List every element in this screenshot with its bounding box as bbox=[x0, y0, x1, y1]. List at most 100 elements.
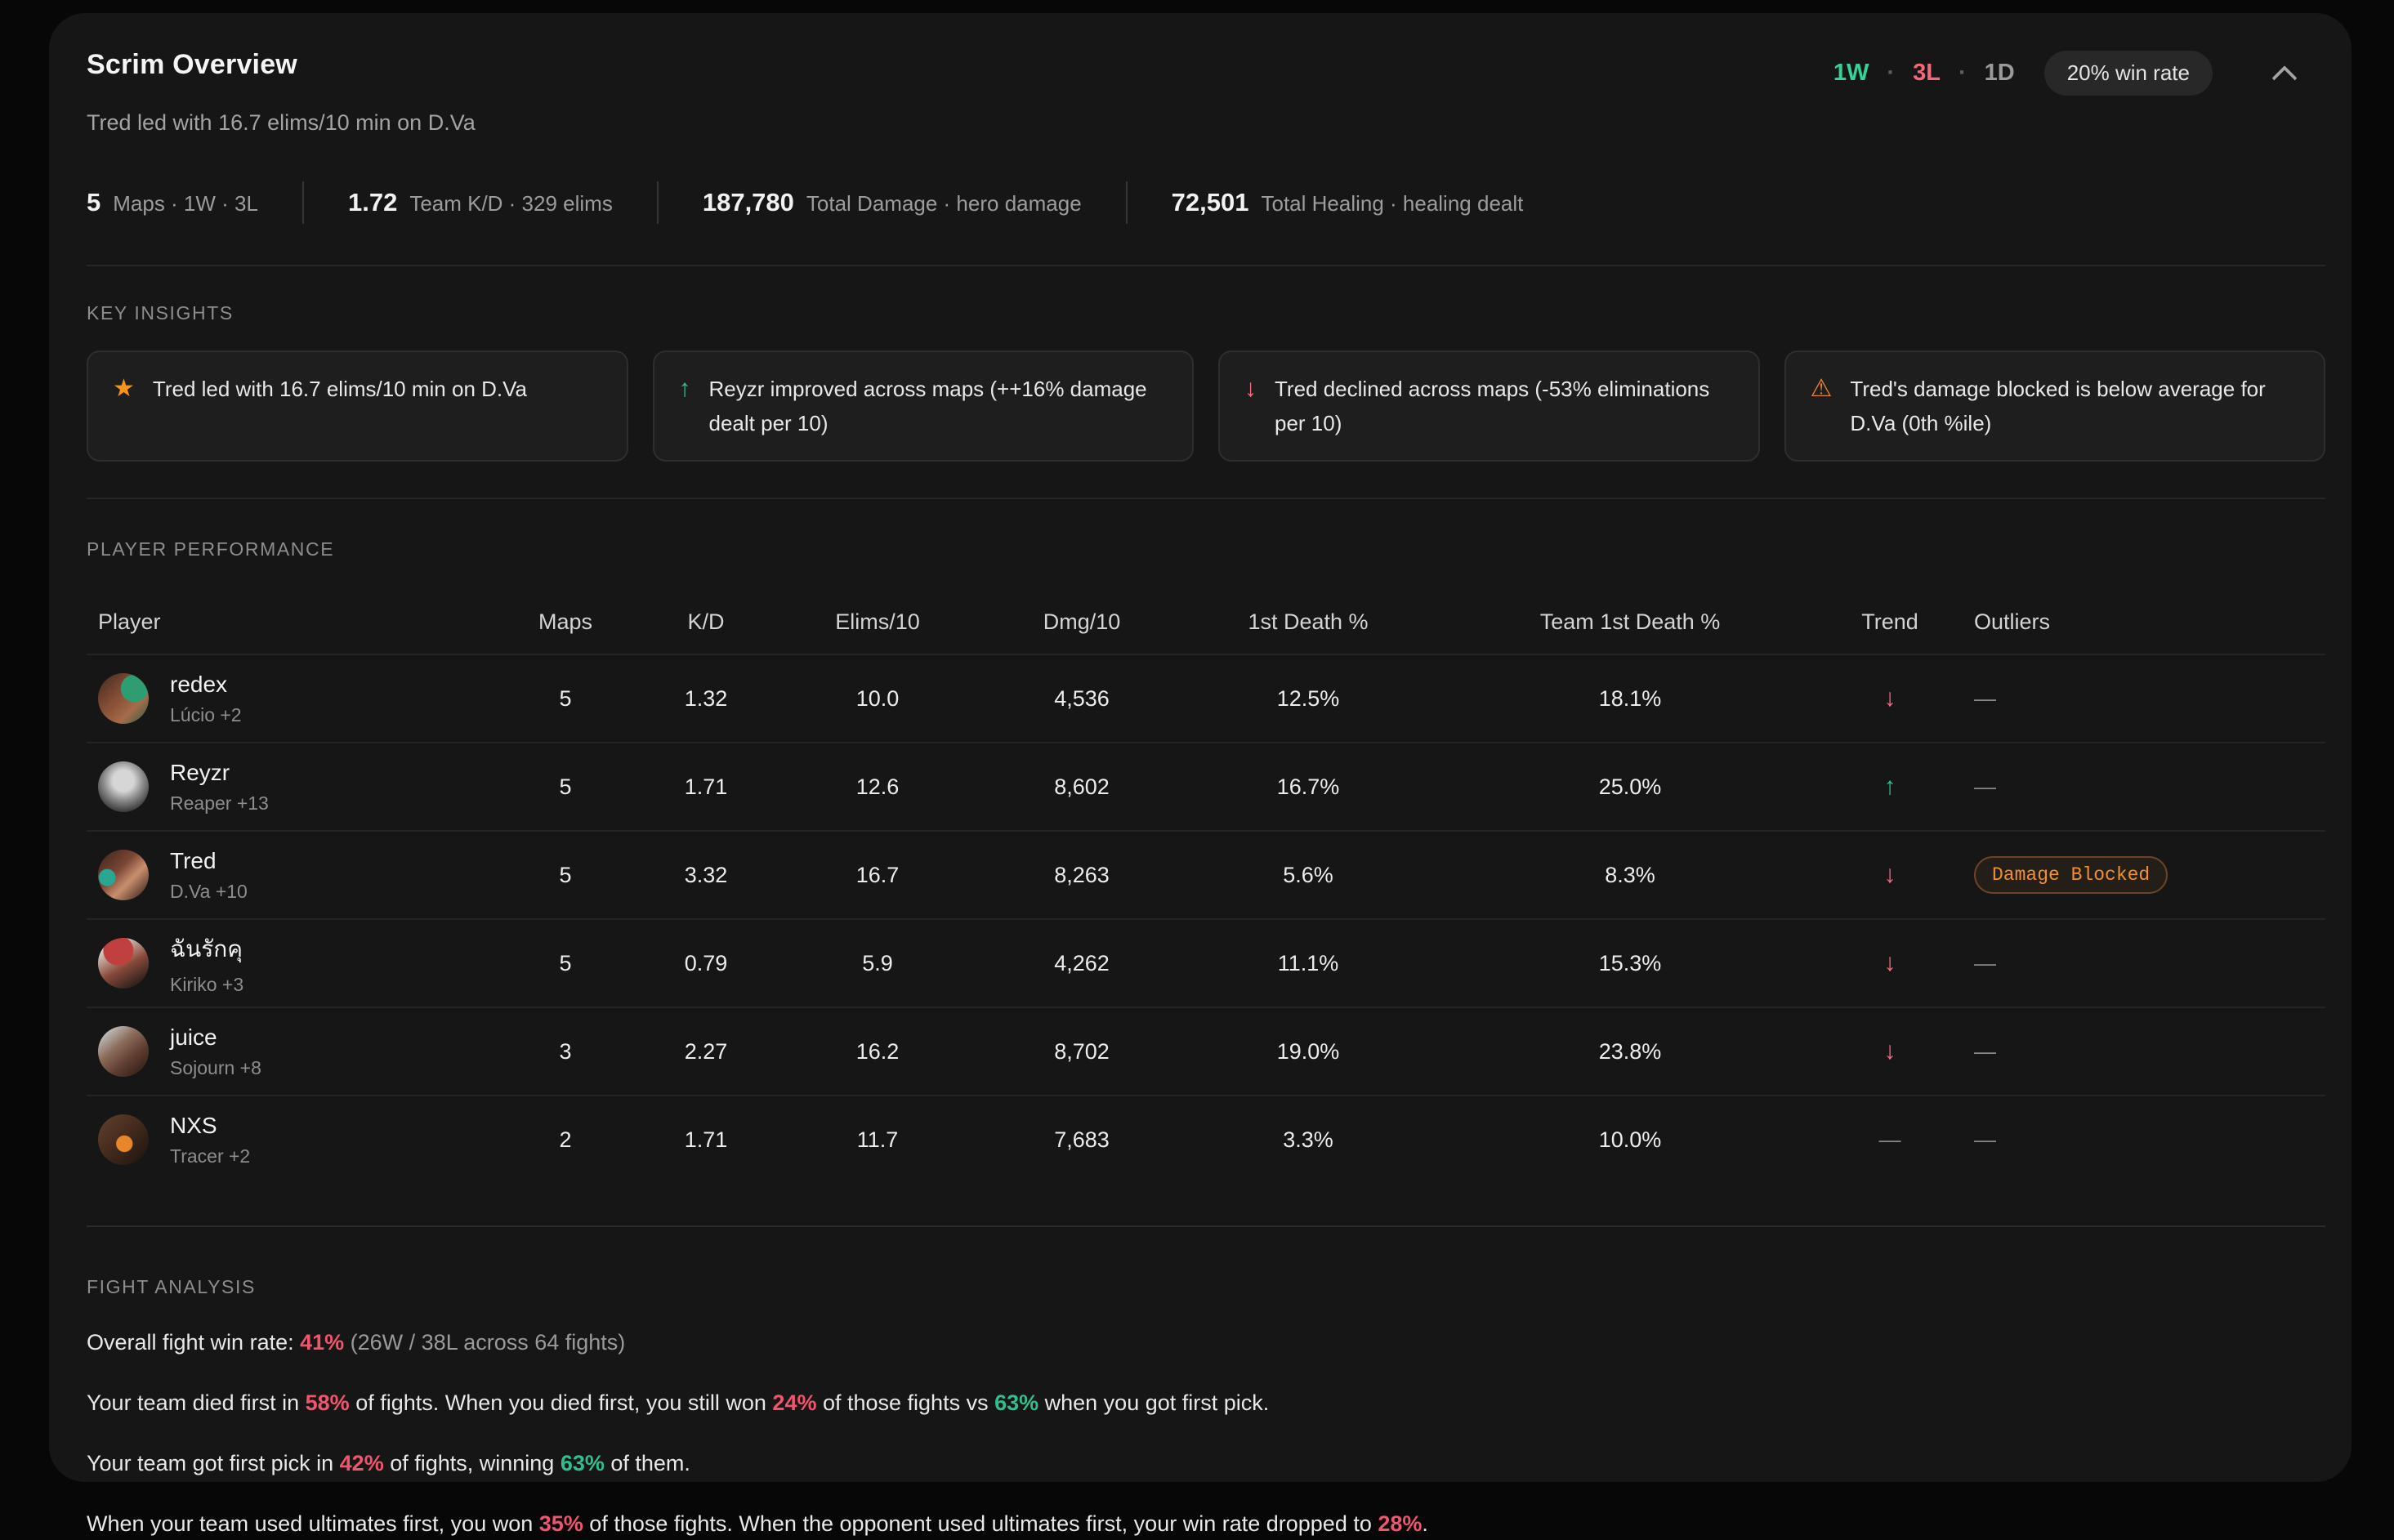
insight-card: ★ Tred led with 16.7 elims/10 min on D.V… bbox=[87, 350, 628, 462]
header-left: Scrim Overview bbox=[87, 49, 297, 81]
insight-text: Reyzr improved across maps (++16% damage… bbox=[709, 372, 1168, 440]
collapse-button[interactable] bbox=[2267, 56, 2302, 92]
text-segment: of fights. When you died first, you stil… bbox=[350, 1390, 773, 1415]
text-segment: . bbox=[1422, 1511, 1428, 1536]
player-identity: redex Lúcio +2 bbox=[170, 672, 242, 726]
player-name: Tred bbox=[170, 848, 248, 874]
outliers-cell: — bbox=[1963, 1039, 2325, 1065]
player-performance-label: PLAYER PERFORMANCE bbox=[87, 538, 2325, 560]
avatar bbox=[98, 850, 149, 900]
stat-highlight: 63% bbox=[561, 1451, 605, 1475]
kd-cell: 1.71 bbox=[647, 1127, 765, 1153]
kd-cell: 1.71 bbox=[647, 774, 765, 800]
stat-highlight: 42% bbox=[340, 1451, 384, 1475]
record-losses: 3L bbox=[1913, 60, 1941, 87]
stat-value: 1.72 bbox=[348, 188, 397, 217]
stat-highlight: 41% bbox=[300, 1330, 344, 1355]
text-segment: Overall fight win rate: bbox=[87, 1330, 300, 1355]
player-identity: NXS Tracer +2 bbox=[170, 1113, 250, 1167]
column-header-dmg10: Dmg/10 bbox=[990, 609, 1173, 635]
insight-card: ↓ Tred declined across maps (-53% elimin… bbox=[1218, 350, 1760, 462]
avatar bbox=[98, 1114, 149, 1165]
elims10-cell: 5.9 bbox=[765, 951, 990, 976]
stat-total-healing: 72,501 Total Healing · healing dealt bbox=[1172, 188, 1524, 217]
stat-highlight: 63% bbox=[994, 1390, 1038, 1415]
kd-cell: 2.27 bbox=[647, 1039, 765, 1065]
first-death-cell: 19.0% bbox=[1173, 1039, 1443, 1065]
kd-cell: 1.32 bbox=[647, 686, 765, 712]
trend-down-icon: ↓ bbox=[1817, 685, 1963, 712]
fight-analysis-label: FIGHT ANALYSIS bbox=[87, 1276, 2325, 1298]
outliers-cell: — bbox=[1963, 1127, 2325, 1153]
stat-label: Team K/D · 329 elims bbox=[409, 191, 613, 216]
table-row[interactable]: Tred D.Va +10 5 3.32 16.7 8,263 5.6% 8.3… bbox=[87, 830, 2325, 918]
maps-cell: 5 bbox=[484, 951, 647, 976]
text-segment: of fights, winning bbox=[384, 1451, 561, 1475]
team-first-death-cell: 25.0% bbox=[1443, 774, 1817, 800]
stat-value: 5 bbox=[87, 188, 100, 217]
outliers-cell: — bbox=[1963, 686, 2325, 712]
section-divider bbox=[87, 498, 2325, 499]
column-header-team-first-death: Team 1st Death % bbox=[1443, 609, 1817, 635]
dmg10-cell: 8,602 bbox=[990, 774, 1173, 800]
player-identity: juice Sojourn +8 bbox=[170, 1024, 261, 1079]
text-segment: (26W / 38L across 64 fights) bbox=[344, 1330, 625, 1355]
dmg10-cell: 4,262 bbox=[990, 951, 1173, 976]
stat-label: Total Healing · healing dealt bbox=[1261, 191, 1523, 216]
table-row[interactable]: NXS Tracer +2 2 1.71 11.7 7,683 3.3% 10.… bbox=[87, 1095, 2325, 1183]
table-row[interactable]: redex Lúcio +2 5 1.32 10.0 4,536 12.5% 1… bbox=[87, 654, 2325, 742]
first-death-cell: 16.7% bbox=[1173, 774, 1443, 800]
text-segment: of those fights vs bbox=[816, 1390, 994, 1415]
stat-total-damage: 187,780 Total Damage · hero damage bbox=[703, 188, 1082, 217]
avatar bbox=[98, 673, 149, 724]
insight-card: ⚠ Tred's damage blocked is below average… bbox=[1784, 350, 2326, 462]
stat-highlight: 58% bbox=[306, 1390, 350, 1415]
trend-down-icon: ↓ bbox=[1244, 372, 1257, 406]
insight-text: Tred declined across maps (-53% eliminat… bbox=[1275, 372, 1734, 440]
column-header-trend: Trend bbox=[1817, 609, 1963, 635]
scrim-overview-card: Scrim Overview 1W · 3L · 1D 20% win rate… bbox=[49, 13, 2352, 1482]
table-row[interactable]: ฉันรักคุ Kiriko +3 5 0.79 5.9 4,262 11.1… bbox=[87, 918, 2325, 1007]
fight-analysis-line: Overall fight win rate: 41% (26W / 38L a… bbox=[87, 1326, 2325, 1359]
fight-analysis-line: Your team died first in 58% of fights. W… bbox=[87, 1386, 2325, 1419]
damage-blocked-badge[interactable]: Damage Blocked bbox=[1974, 856, 2168, 894]
player-cell: redex Lúcio +2 bbox=[87, 672, 484, 726]
header-right: 1W · 3L · 1D 20% win rate bbox=[1833, 51, 2325, 96]
record-separator: · bbox=[1887, 60, 1895, 87]
key-insights-label: KEY INSIGHTS bbox=[87, 302, 2325, 324]
fight-analysis-line: When your team used ultimates first, you… bbox=[87, 1507, 2325, 1540]
elims10-cell: 16.2 bbox=[765, 1039, 990, 1065]
stat-highlight: 35% bbox=[539, 1511, 583, 1536]
trend-up-icon: ↑ bbox=[1817, 773, 1963, 801]
maps-cell: 3 bbox=[484, 1039, 647, 1065]
table-row[interactable]: Reyzr Reaper +13 5 1.71 12.6 8,602 16.7%… bbox=[87, 742, 2325, 830]
table-header-row: Player Maps K/D Elims/10 Dmg/10 1st Deat… bbox=[87, 590, 2325, 654]
stats-strip: 5 Maps · 1W · 3L 1.72 Team K/D · 329 eli… bbox=[87, 181, 2325, 224]
team-first-death-cell: 15.3% bbox=[1443, 951, 1817, 976]
header: Scrim Overview 1W · 3L · 1D 20% win rate bbox=[87, 49, 2325, 96]
text-segment: of them. bbox=[605, 1451, 690, 1475]
player-hero: Sojourn +8 bbox=[170, 1057, 261, 1079]
player-hero: D.Va +10 bbox=[170, 881, 248, 903]
warning-icon: ⚠ bbox=[1811, 372, 1833, 406]
fight-analysis-line: Your team got first pick in 42% of fight… bbox=[87, 1447, 2325, 1480]
divider bbox=[1126, 181, 1128, 224]
elims10-cell: 12.6 bbox=[765, 774, 990, 800]
stat-label: Total Damage · hero damage bbox=[806, 191, 1082, 216]
text-segment: Your team got first pick in bbox=[87, 1451, 340, 1475]
text-segment: Your team died first in bbox=[87, 1390, 306, 1415]
win-rate-badge: 20% win rate bbox=[2044, 51, 2213, 96]
insights-grid: ★ Tred led with 16.7 elims/10 min on D.V… bbox=[87, 350, 2325, 462]
elims10-cell: 11.7 bbox=[765, 1127, 990, 1153]
dmg10-cell: 8,702 bbox=[990, 1039, 1173, 1065]
first-death-cell: 11.1% bbox=[1173, 951, 1443, 976]
outliers-cell: Damage Blocked bbox=[1963, 856, 2325, 894]
table-row[interactable]: juice Sojourn +8 3 2.27 16.2 8,702 19.0%… bbox=[87, 1007, 2325, 1095]
outliers-cell: — bbox=[1963, 951, 2325, 976]
section-divider bbox=[87, 265, 2325, 266]
player-cell: NXS Tracer +2 bbox=[87, 1113, 484, 1167]
header-subtitle: Tred led with 16.7 elims/10 min on D.Va bbox=[87, 110, 2325, 136]
player-hero: Reaper +13 bbox=[170, 792, 269, 815]
column-header-elims10: Elims/10 bbox=[765, 609, 990, 635]
player-identity: Tred D.Va +10 bbox=[170, 848, 248, 903]
